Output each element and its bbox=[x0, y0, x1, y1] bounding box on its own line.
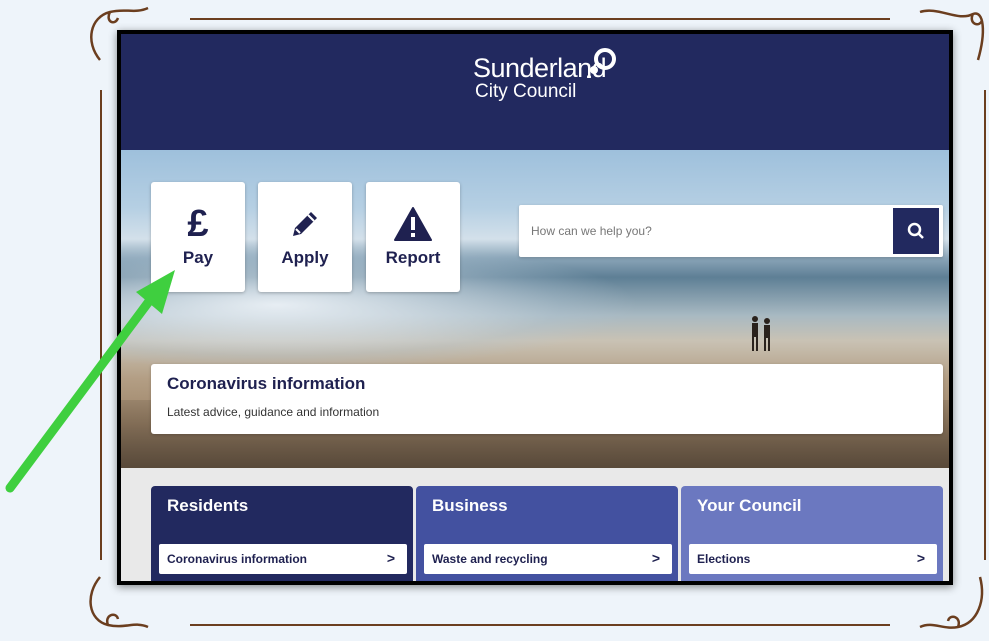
walkers-silhouette bbox=[752, 316, 770, 351]
search-icon bbox=[907, 222, 924, 239]
tab-residents[interactable]: Residents Coronavirus information > bbox=[151, 486, 413, 581]
tab-your-council-title: Your Council bbox=[697, 496, 802, 515]
pencil-icon bbox=[258, 204, 352, 244]
apply-label: Apply bbox=[281, 248, 329, 267]
coronavirus-card[interactable]: Coronavirus information Latest advice, g… bbox=[151, 364, 943, 434]
site-header: Sunderland City Council bbox=[121, 34, 949, 150]
frame-top-line bbox=[190, 18, 890, 20]
chevron-right-icon: > bbox=[651, 550, 660, 566]
tab-your-council[interactable]: Your Council Elections > bbox=[681, 486, 943, 581]
pay-label: Pay bbox=[182, 248, 214, 267]
council-logo[interactable]: Sunderland City Council bbox=[473, 48, 616, 102]
logo-mark-icon bbox=[587, 48, 616, 78]
report-label: Report bbox=[385, 248, 441, 267]
coronavirus-subtitle: Latest advice, guidance and information bbox=[167, 405, 380, 419]
business-link-label: Waste and recycling bbox=[432, 552, 548, 566]
chevron-right-icon: > bbox=[386, 550, 395, 566]
search-button[interactable] bbox=[893, 208, 939, 254]
warning-icon bbox=[366, 204, 460, 244]
pound-icon: £ bbox=[187, 202, 209, 245]
section-tabs: Residents Coronavirus information > Busi… bbox=[151, 486, 943, 581]
report-tile[interactable]: Report bbox=[366, 182, 460, 292]
tab-business[interactable]: Business Waste and recycling > bbox=[416, 486, 678, 581]
apply-tile[interactable]: Apply bbox=[258, 182, 352, 292]
coronavirus-title[interactable]: Coronavirus information bbox=[167, 374, 365, 394]
website-screenshot: Sunderland City Council £ Pay Apply Repo… bbox=[117, 30, 953, 585]
council-link[interactable]: Elections > bbox=[689, 544, 937, 574]
tab-business-title: Business bbox=[432, 496, 508, 515]
frame-bottom-line bbox=[190, 624, 890, 626]
tab-residents-title: Residents bbox=[167, 496, 249, 515]
frame-right-line bbox=[984, 90, 986, 560]
search-bar bbox=[519, 205, 943, 257]
residents-link-label: Coronavirus information bbox=[167, 552, 308, 566]
residents-link[interactable]: Coronavirus information > bbox=[159, 544, 407, 574]
chevron-right-icon: > bbox=[916, 550, 925, 566]
council-homepage: Sunderland City Council £ Pay Apply Repo… bbox=[121, 34, 949, 581]
business-link[interactable]: Waste and recycling > bbox=[424, 544, 672, 574]
council-link-label: Elections bbox=[697, 552, 751, 566]
search-input[interactable] bbox=[525, 211, 893, 251]
logo-line2: City Council bbox=[475, 81, 577, 102]
green-arrow-annotation bbox=[5, 270, 175, 493]
